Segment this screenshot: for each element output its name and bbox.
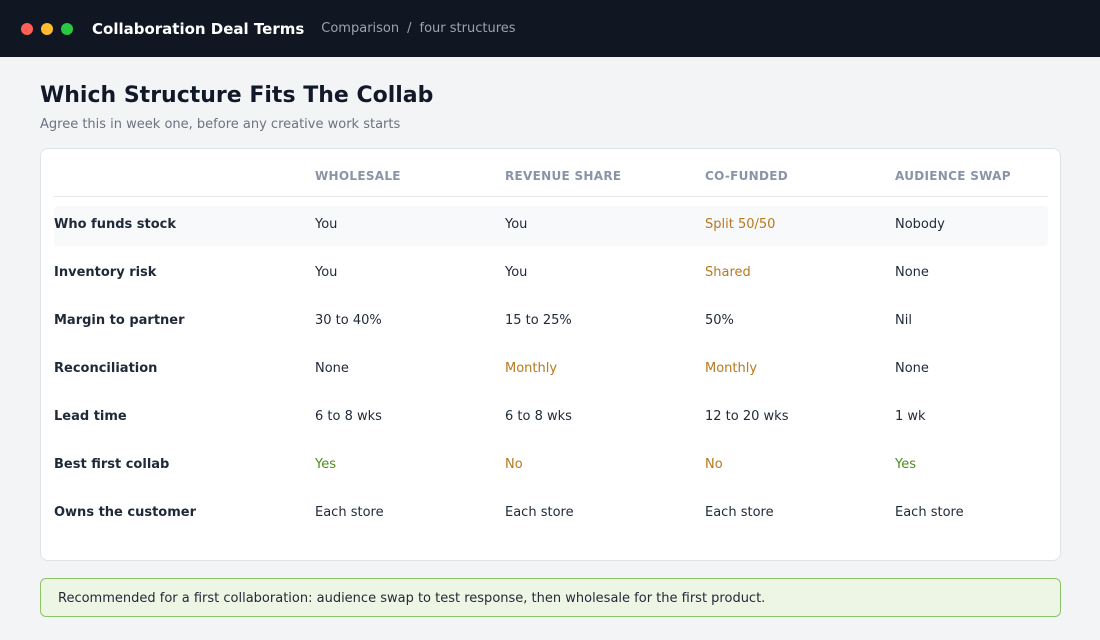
column-header-audience-swap: AUDIENCE SWAP: [895, 169, 1011, 183]
app-title: Collaboration Deal Terms: [92, 19, 305, 38]
comparison-table: WHOLESALE REVENUE SHARE CO-FUNDED AUDIEN…: [40, 148, 1061, 561]
table-row: Who funds stock You You Split 50/50 Nobody: [54, 206, 1048, 246]
cell-revenue-share: Monthly: [505, 361, 558, 376]
cell-co-funded: 12 to 20 wks: [705, 409, 789, 424]
cell-co-funded: Shared: [705, 265, 751, 280]
cell-audience-swap: Nil: [895, 313, 912, 328]
cell-co-funded: Monthly: [705, 361, 758, 376]
row-label: Reconciliation: [54, 361, 158, 376]
table-row: Margin to partner 30 to 40% 15 to 25% 50% Ni…: [54, 302, 1048, 342]
row-label: Who funds stock: [54, 217, 177, 232]
cell-audience-swap: Each store: [895, 505, 964, 520]
cell-co-funded: No: [705, 457, 723, 472]
cell-wholesale: 30 to 40%: [315, 313, 382, 328]
column-header-wholesale: WHOLESALE: [315, 169, 401, 183]
maximize-window-button[interactable]: [61, 22, 73, 35]
cell-audience-swap: None: [895, 265, 929, 280]
cell-wholesale: You: [315, 217, 338, 232]
cell-wholesale: Yes: [315, 457, 336, 472]
table-header: WHOLESALE REVENUE SHARE CO-FUNDED AUDIEN…: [54, 149, 1048, 197]
minimize-window-button[interactable]: [41, 22, 53, 35]
recommendation-callout: Recommended for a first collaboration: a…: [40, 578, 1061, 617]
cell-wholesale: None: [315, 361, 349, 376]
cell-revenue-share: You: [505, 217, 528, 232]
cell-audience-swap: Nobody: [895, 217, 945, 232]
cell-revenue-share: Each store: [505, 505, 574, 520]
cell-revenue-share: 15 to 25%: [505, 313, 572, 328]
column-header-co-funded: CO-FUNDED: [705, 169, 789, 183]
table-row: Inventory risk You You Shared None: [54, 254, 1048, 294]
cell-revenue-share: 6 to 8 wks: [505, 409, 572, 424]
cell-co-funded: 50%: [705, 313, 734, 328]
breadcrumb-item-comparison[interactable]: Comparison: [321, 21, 399, 36]
cell-audience-swap: Yes: [895, 457, 916, 472]
page-subtitle: Agree this in week one, before any creat…: [40, 117, 401, 132]
cell-wholesale: You: [315, 265, 338, 280]
title-bar: Collaboration Deal Terms Comparison / fo…: [0, 0, 1100, 57]
row-label: Margin to partner: [54, 313, 185, 328]
cell-audience-swap: 1 wk: [895, 409, 926, 424]
cell-wholesale: 6 to 8 wks: [315, 409, 382, 424]
table-row: Lead time 6 to 8 wks 6 to 8 wks 12 to 20 wk…: [54, 398, 1048, 438]
close-window-button[interactable]: [21, 22, 33, 35]
page-title: Which Structure Fits The Collab: [40, 83, 434, 108]
row-label: Inventory risk: [54, 265, 157, 280]
cell-revenue-share: You: [505, 265, 528, 280]
column-header-revenue-share: REVENUE SHARE: [505, 169, 622, 183]
cell-co-funded: Split 50/50: [705, 217, 776, 232]
table-row: Owns the customer Each store Each store Eac…: [54, 494, 1048, 534]
table-row: Best first collab Yes No No Yes: [54, 446, 1048, 486]
row-label: Best first collab: [54, 457, 170, 472]
breadcrumb-item-current: four structures: [419, 21, 516, 36]
row-label: Owns the customer: [54, 505, 197, 520]
window-controls: [21, 22, 81, 35]
cell-wholesale: Each store: [315, 505, 384, 520]
table-row: Reconciliation None Monthly Monthly None: [54, 350, 1048, 390]
breadcrumb-separator: /: [407, 21, 412, 36]
breadcrumb: Comparison / four structures: [321, 21, 515, 36]
cell-co-funded: Each store: [705, 505, 774, 520]
row-label: Lead time: [54, 409, 127, 424]
recommendation-text: Recommended for a first collaboration: a…: [58, 591, 766, 606]
cell-revenue-share: No: [505, 457, 523, 472]
cell-audience-swap: None: [895, 361, 929, 376]
